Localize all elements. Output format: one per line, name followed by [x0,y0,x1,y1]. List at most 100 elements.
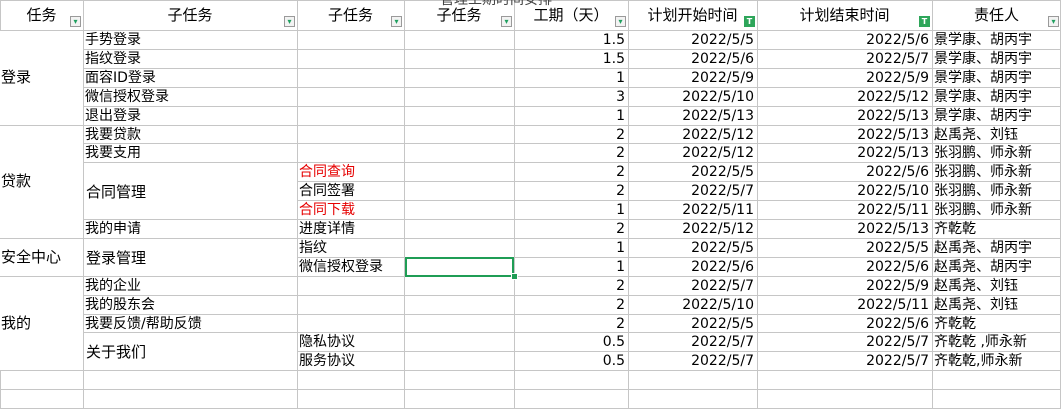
owner-cell[interactable]: 张羽鹏、师永新 [933,163,1061,182]
subtask-cell[interactable]: 我的申请 [84,220,297,239]
dropdown-filter-icon[interactable]: ▾ [615,16,626,27]
end-date-cell[interactable]: 2022/5/12 [757,88,931,107]
subtask-cell[interactable]: 面容ID登录 [84,69,297,88]
active-filter-icon[interactable]: T [919,16,930,27]
start-date-cell[interactable]: 2022/5/9 [628,69,756,88]
subtask-cell[interactable]: 我要反馈/帮助反馈 [84,315,297,334]
duration-cell[interactable]: 2 [514,182,627,201]
column-header-4[interactable]: 子任务 [404,5,514,25]
end-date-cell[interactable]: 2022/5/7 [757,50,931,69]
owner-cell[interactable]: 赵禹尧、刘钰 [933,126,1061,145]
task-group-label[interactable]: 我的 [0,314,83,334]
dropdown-filter-icon[interactable]: ▾ [1048,16,1059,27]
duration-cell[interactable]: 1 [514,69,627,88]
end-date-cell[interactable]: 2022/5/5 [757,239,931,258]
start-date-cell[interactable]: 2022/5/5 [628,315,756,334]
end-date-cell[interactable]: 2022/5/13 [757,126,931,145]
subtask-cell[interactable]: 我要支用 [84,144,297,163]
start-date-cell[interactable]: 2022/5/5 [628,239,756,258]
end-date-cell[interactable]: 2022/5/9 [757,277,931,296]
owner-cell[interactable]: 赵禹尧、胡丙宇 [933,239,1061,258]
duration-cell[interactable]: 2 [514,220,627,239]
duration-cell[interactable]: 2 [514,296,627,315]
duration-cell[interactable]: 3 [514,88,627,107]
start-date-cell[interactable]: 2022/5/13 [628,107,756,126]
owner-cell[interactable]: 齐乾乾,师永新 [933,352,1061,371]
subtask-cell[interactable]: 微信授权登录 [84,88,297,107]
owner-cell[interactable]: 景学康、胡丙宇 [933,88,1061,107]
start-date-cell[interactable]: 2022/5/10 [628,296,756,315]
subtask-2-cell[interactable]: 指纹 [298,239,404,258]
subtask-cell[interactable]: 我的股东会 [84,296,297,315]
duration-cell[interactable]: 1 [514,239,627,258]
end-date-cell[interactable]: 2022/5/6 [757,258,931,277]
duration-cell[interactable]: 2 [514,144,627,163]
subtask-cell[interactable]: 指纹登录 [84,50,297,69]
owner-cell[interactable]: 景学康、胡丙宇 [933,69,1061,88]
duration-cell[interactable]: 1 [514,107,627,126]
subtask-merged-label[interactable]: 关于我们 [85,343,296,361]
subtask-2-cell[interactable]: 合同签署 [298,182,404,201]
start-date-cell[interactable]: 2022/5/6 [628,258,756,277]
column-header-7[interactable]: 计划结束时间 [757,5,932,25]
duration-cell[interactable]: 1 [514,258,627,277]
selected-cell[interactable] [405,257,514,277]
start-date-cell[interactable]: 2022/5/11 [628,201,756,220]
subtask-cell[interactable]: 手势登录 [84,31,297,50]
start-date-cell[interactable]: 2022/5/5 [628,31,756,50]
end-date-cell[interactable]: 2022/5/13 [757,144,931,163]
owner-cell[interactable]: 景学康、胡丙宇 [933,31,1061,50]
owner-cell[interactable]: 赵禹尧、胡丙宇 [933,258,1061,277]
task-group-label[interactable]: 贷款 [0,172,83,192]
duration-cell[interactable]: 1 [514,201,627,220]
owner-cell[interactable]: 张羽鹏、师永新 [933,144,1061,163]
owner-cell[interactable]: 齐乾乾 ,师永新 [933,333,1061,352]
start-date-cell[interactable]: 2022/5/12 [628,220,756,239]
subtask-2-cell[interactable]: 隐私协议 [298,333,404,352]
owner-cell[interactable]: 张羽鹏、师永新 [933,201,1061,220]
active-filter-icon[interactable]: T [744,16,755,27]
subtask-cell[interactable]: 退出登录 [84,107,297,126]
start-date-cell[interactable]: 2022/5/12 [628,126,756,145]
end-date-cell[interactable]: 2022/5/6 [757,31,931,50]
start-date-cell[interactable]: 2022/5/6 [628,50,756,69]
start-date-cell[interactable]: 2022/5/7 [628,333,756,352]
spreadsheet-grid[interactable]: 管理工期时间安排 任务 ▾ 子任务 ▾ 子任务 ▾ 子任务 ▾ 工期（天） ▾ 计划开始时间 T 计划结束… [0,0,1061,409]
owner-cell[interactable]: 齐乾乾 [933,220,1061,239]
owner-cell[interactable]: 张羽鹏、师永新 [933,182,1061,201]
duration-cell[interactable]: 2 [514,315,627,334]
subtask-merged-label[interactable]: 合同管理 [85,183,296,201]
owner-cell[interactable]: 赵禹尧、刘钰 [933,296,1061,315]
end-date-cell[interactable]: 2022/5/7 [757,333,931,352]
end-date-cell[interactable]: 2022/5/10 [757,182,931,201]
start-date-cell[interactable]: 2022/5/7 [628,277,756,296]
duration-cell[interactable]: 2 [514,163,627,182]
start-date-cell[interactable]: 2022/5/5 [628,163,756,182]
subtask-2-cell[interactable]: 进度详情 [298,220,404,239]
column-header-8[interactable]: 责任人 [932,5,1061,25]
owner-cell[interactable]: 景学康、胡丙宇 [933,50,1061,69]
duration-cell[interactable]: 1.5 [514,31,627,50]
end-date-cell[interactable]: 2022/5/7 [757,352,931,371]
dropdown-filter-icon[interactable]: ▾ [284,16,295,27]
subtask-cell[interactable]: 我要贷款 [84,126,297,145]
dropdown-filter-icon[interactable]: ▾ [501,16,512,27]
dropdown-filter-icon[interactable]: ▾ [70,16,81,27]
owner-cell[interactable]: 齐乾乾 [933,315,1061,334]
column-header-6[interactable]: 计划开始时间 [628,5,757,25]
fill-handle-icon[interactable] [511,273,518,280]
start-date-cell[interactable]: 2022/5/12 [628,144,756,163]
duration-cell[interactable]: 0.5 [514,352,627,371]
subtask-2-cell[interactable]: 服务协议 [298,352,404,371]
duration-cell[interactable]: 0.5 [514,333,627,352]
subtask-merged-label[interactable]: 登录管理 [85,249,296,267]
end-date-cell[interactable]: 2022/5/13 [757,220,931,239]
end-date-cell[interactable]: 2022/5/6 [757,315,931,334]
end-date-cell[interactable]: 2022/5/11 [757,296,931,315]
dropdown-filter-icon[interactable]: ▾ [391,16,402,27]
end-date-cell[interactable]: 2022/5/9 [757,69,931,88]
owner-cell[interactable]: 赵禹尧、刘钰 [933,277,1061,296]
duration-cell[interactable]: 2 [514,126,627,145]
subtask-cell[interactable]: 我的企业 [84,277,297,296]
owner-cell[interactable]: 景学康、胡丙宇 [933,107,1061,126]
